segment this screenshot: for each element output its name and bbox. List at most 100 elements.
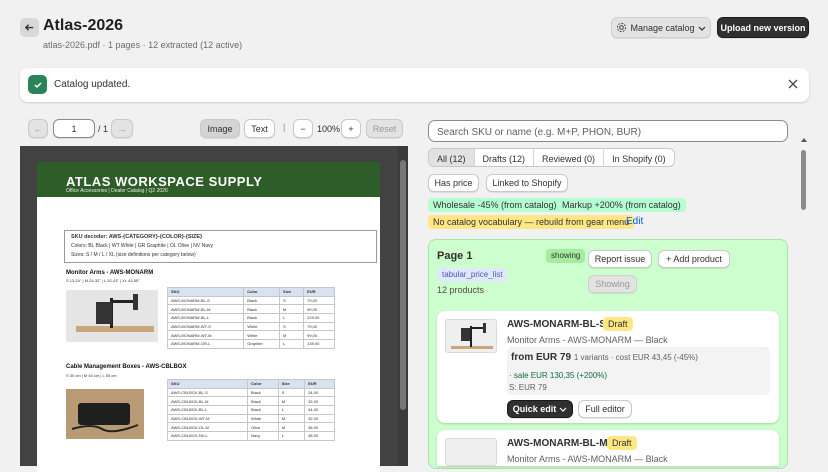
success-banner: Catalog updated. bbox=[20, 68, 809, 102]
table-cell: AWS-MONARM-WT-M bbox=[166, 330, 245, 341]
table-row: AWS-MONARM-BL-L Black L 129,00 bbox=[166, 313, 335, 323]
decoder-title: SKU decoder: AWS-{CATEGORY}-{COLOR}-{SIZ… bbox=[71, 234, 203, 240]
close-icon[interactable] bbox=[786, 77, 800, 91]
size-price: S: EUR 79 bbox=[509, 383, 547, 392]
table-cell: 129,00 bbox=[303, 313, 335, 323]
table-cell: AWS-MONARM-BL-L bbox=[166, 313, 245, 323]
table-cell: L bbox=[279, 339, 305, 349]
product-card[interactable]: AWS-MONARM-BL-M Draft Monitor Arms - AWS… bbox=[437, 430, 779, 466]
table-cell: M bbox=[277, 422, 306, 433]
showing-button[interactable]: Showing bbox=[588, 275, 637, 293]
table-row: AWS-CBLBOX-OL-M Olive M 36,00 bbox=[166, 422, 335, 433]
tab-in-shopify[interactable]: In Shopify (0) bbox=[604, 149, 674, 166]
prev-page-button[interactable]: ← bbox=[28, 119, 48, 138]
full-editor-button[interactable]: Full editor bbox=[578, 400, 632, 418]
upload-new-version-button[interactable]: Upload new version bbox=[717, 17, 809, 38]
table-cell: Navy bbox=[247, 431, 279, 441]
table-header-cell: Color bbox=[247, 379, 279, 389]
quick-edit-button[interactable]: Quick edit bbox=[507, 400, 573, 418]
table-row: AWS-CBLBOX-BL-M Black M 32,00 bbox=[166, 396, 335, 407]
tab-drafts[interactable]: Drafts (12) bbox=[475, 149, 535, 166]
table-cell: M bbox=[279, 330, 305, 341]
table-cell: S bbox=[277, 387, 306, 398]
tab-reviewed[interactable]: Reviewed (0) bbox=[534, 149, 605, 166]
image-view-button[interactable]: Image bbox=[200, 119, 240, 138]
table-cell: 79,00 bbox=[303, 295, 335, 306]
section-sizes: S 13-24" | M 24-32" | L 32-43" | XL 43-5… bbox=[66, 278, 140, 283]
showing-badge: showing bbox=[546, 249, 586, 263]
page-number-input[interactable]: 1 bbox=[53, 119, 95, 138]
zoom-in-button[interactable]: + bbox=[341, 119, 361, 138]
table-cell: 32,00 bbox=[304, 413, 335, 424]
linked-to-shopify-filter[interactable]: Linked to Shopify bbox=[486, 174, 568, 192]
table-cell: Black bbox=[243, 313, 281, 323]
search-input[interactable]: Search SKU or name (e.g. M+P, PHON, BUR) bbox=[428, 120, 788, 142]
manage-catalog-button[interactable]: Manage catalog bbox=[611, 17, 711, 38]
table-row: AWS-CBLBOX-WT-M White M 32,00 bbox=[166, 413, 335, 424]
table-row: AWS-CBLBOX-NV-L Navy L 48,00 bbox=[166, 431, 335, 441]
table-cell: Black bbox=[243, 304, 281, 315]
table-cell: White bbox=[247, 413, 279, 424]
pdf-title: ATLAS WORKSPACE SUPPLY bbox=[66, 174, 263, 189]
filter-tabs: All (12) Drafts (12) Reviewed (0) In Sho… bbox=[428, 148, 675, 167]
pdf-subtitle: Office Accessories | Dealer Catalog | Q2… bbox=[66, 188, 168, 194]
tab-all[interactable]: All (12) bbox=[429, 149, 475, 166]
sale-price: · sale EUR 130,35 (+200%) bbox=[509, 371, 608, 380]
table-cell: Black bbox=[247, 387, 279, 398]
markup-badge: Markup +200% (from catalog) bbox=[557, 198, 686, 212]
section-title: Monitor Arms - AWS-MONARM bbox=[66, 270, 154, 276]
section-title: Cable Management Boxes - AWS-CBLBOX bbox=[66, 364, 187, 370]
right-panel-scrollbar-thumb[interactable] bbox=[801, 150, 806, 210]
table-cell: S bbox=[279, 295, 305, 306]
edit-vocabulary-link[interactable]: Edit bbox=[626, 216, 643, 227]
table-row: AWS-MONARM-WT-M White M 99,00 bbox=[166, 330, 335, 341]
text-view-button[interactable]: Text bbox=[244, 119, 275, 138]
add-product-button[interactable]: + Add product bbox=[658, 250, 730, 268]
has-price-filter[interactable]: Has price bbox=[428, 174, 479, 192]
report-issue-button[interactable]: Report issue bbox=[588, 250, 652, 268]
table-cell: AWS-CBLBOX-NV-L bbox=[166, 431, 249, 441]
table-cell: AWS-CBLBOX-WT-M bbox=[166, 413, 249, 424]
wholesale-badge: Wholesale -45% (from catalog) bbox=[428, 198, 562, 212]
table-cell: AWS-MONARM-BL-M bbox=[166, 304, 245, 315]
table-cell: 79,00 bbox=[303, 321, 335, 332]
manage-catalog-label: Manage catalog bbox=[630, 22, 695, 33]
table-row: AWS-MONARM-WT-S White S 79,00 bbox=[166, 321, 335, 332]
cable-box-image bbox=[66, 389, 144, 439]
product-count: 12 products bbox=[437, 285, 485, 295]
product-sku: AWS-MONARM-BL-M bbox=[507, 438, 608, 449]
table-header-cell: Size bbox=[279, 287, 305, 297]
table-cell: AWS-MONARM-WT-S bbox=[166, 321, 245, 332]
product-thumbnail bbox=[445, 319, 497, 353]
table-header-cell: SKU bbox=[166, 379, 249, 389]
back-button[interactable] bbox=[20, 18, 39, 37]
table-cell: Black bbox=[247, 396, 279, 407]
pdf-scrollbar-thumb[interactable] bbox=[400, 160, 406, 410]
table-cell: L bbox=[277, 431, 306, 441]
table-cell: M bbox=[277, 413, 306, 424]
table-cell: 139,00 bbox=[303, 339, 335, 349]
extraction-type-tag: tabular_price_list bbox=[437, 268, 508, 282]
decoder-sizes: Sizes: S / M / L / XL (size definitions … bbox=[71, 252, 196, 258]
reset-zoom-button[interactable]: Reset bbox=[366, 119, 403, 138]
table-row: AWS-MONARM-BL-S Black S 79,00 bbox=[166, 295, 335, 306]
price-table-cable-boxes: SKU Color Size EUR AWS-CBLBOX-BL-S Black S 24,0… bbox=[166, 379, 335, 441]
product-name: Monitor Arms - AWS-MONARM — Black bbox=[507, 454, 668, 464]
section-sizes: S 30 cm | M 40 cm | L 55 cm bbox=[66, 373, 117, 378]
table-cell: L bbox=[277, 405, 306, 415]
zoom-out-button[interactable]: − bbox=[293, 119, 313, 138]
product-sku: AWS-MONARM-BL-S bbox=[507, 319, 606, 330]
table-cell: AWS-MONARM-BL-S bbox=[166, 295, 245, 306]
next-page-button[interactable]: → bbox=[111, 119, 133, 138]
table-cell: AWS-CBLBOX-BL-M bbox=[166, 396, 249, 407]
table-cell: 44,00 bbox=[304, 405, 335, 415]
product-card[interactable]: AWS-MONARM-BL-S Draft Monitor Arms - AWS… bbox=[437, 311, 779, 423]
page-subtitle: atlas-2026.pdf · 1 pages · 12 extracted … bbox=[43, 40, 243, 50]
no-vocabulary-badge: No catalog vocabulary — rebuild from gea… bbox=[428, 215, 635, 229]
scroll-up-icon[interactable] bbox=[800, 136, 808, 144]
table-cell: 24,00 bbox=[304, 387, 335, 398]
page-total: / 1 bbox=[98, 124, 109, 134]
product-name: Monitor Arms - AWS-MONARM — Black bbox=[507, 335, 668, 345]
table-cell: Olive bbox=[247, 422, 279, 433]
chevron-down-icon bbox=[559, 407, 567, 412]
